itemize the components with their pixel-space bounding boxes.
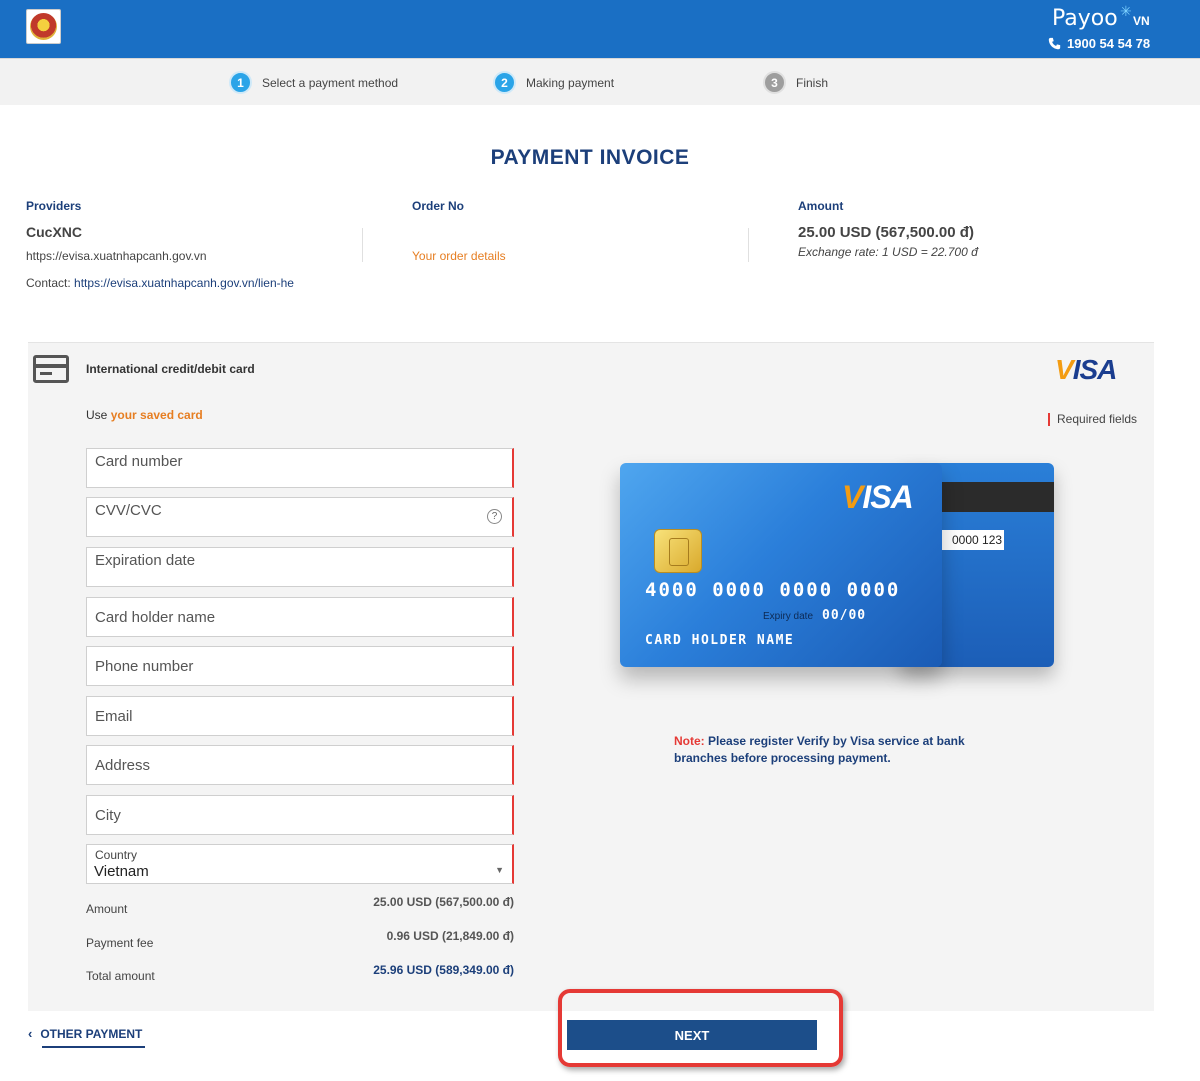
note-prefix: Note: (674, 734, 705, 748)
step-finish: 3 Finish (763, 71, 828, 94)
summary-total-label: Total amount (86, 969, 155, 983)
other-payment-underline (42, 1046, 145, 1048)
expiration-field[interactable] (86, 547, 514, 587)
contact-link[interactable]: https://evisa.xuatnhapcanh.gov.vn/lien-h… (74, 276, 294, 290)
contact-line: Contact: https://evisa.xuatnhapcanh.gov.… (26, 276, 294, 290)
country-value[interactable]: Vietnam (94, 863, 149, 880)
email-input[interactable] (87, 697, 512, 735)
country-select[interactable]: Country Vietnam ▼ (86, 844, 514, 884)
order-no-label: Order No (412, 199, 465, 213)
required-fields-legend: Required fields (1048, 413, 1137, 426)
payment-method-title: International credit/debit card (86, 362, 255, 376)
top-bar: Payoo ✳ VN 1900 54 54 78 (0, 0, 1200, 58)
saved-card-line: Use your saved card (86, 408, 203, 422)
language-switch[interactable]: VN (1133, 14, 1150, 28)
phone-field[interactable] (86, 646, 514, 686)
help-icon[interactable]: ? (487, 509, 502, 524)
cvv-field[interactable]: ? (86, 497, 514, 537)
progress-steps: 1 Select a payment method 2 Making payme… (0, 58, 1200, 105)
step-label: Finish (796, 75, 829, 90)
sample-card-number: 4000 0000 0000 0000 (645, 579, 901, 601)
summary-fee-label: Payment fee (86, 936, 154, 950)
exchange-rate: Exchange rate: 1 USD = 22.700 đ (798, 245, 978, 259)
chip-icon (654, 529, 702, 573)
summary-amount-label: Amount (86, 902, 128, 916)
step-number: 3 (763, 71, 786, 94)
hotline-number: 1900 54 54 78 (1067, 36, 1151, 51)
card-holder-field[interactable] (86, 597, 514, 637)
divider (362, 228, 363, 262)
visa-logo: VISA (1055, 354, 1117, 385)
provider-url: https://evisa.xuatnhapcanh.gov.vn (26, 249, 207, 263)
providers-label: Providers (26, 199, 82, 213)
phone-input[interactable] (87, 647, 512, 685)
amount-label: Amount (798, 199, 844, 213)
step-select-method: 1 Select a payment method (229, 71, 398, 94)
note-text: Please register Verify by Visa service a… (674, 734, 965, 765)
cvv-sample: 0000 123 (942, 530, 1004, 550)
saved-card-link[interactable]: your saved card (111, 408, 203, 422)
step-label: Making payment (526, 75, 615, 90)
card-front-illustration: VISA 4000 0000 0000 0000 Expiry date 00/… (620, 463, 942, 667)
summary-fee-value: 0.96 USD (21,849.00 đ) (386, 929, 514, 943)
chevron-left-icon: ‹ (28, 1026, 33, 1041)
summary-amount-value: 25.00 USD (567,500.00 đ) (373, 895, 514, 909)
card-number-input[interactable] (87, 450, 512, 472)
country-label: Country (95, 848, 138, 862)
page-title: PAYMENT INVOICE (490, 146, 690, 169)
summary-total-value: 25.96 USD (589,349.00 đ) (373, 963, 514, 977)
emblem-icon (30, 13, 57, 40)
card-number-field[interactable] (86, 448, 514, 488)
expiration-input[interactable] (87, 549, 512, 571)
visa-note: Note: Please register Verify by Visa ser… (674, 733, 994, 767)
phone-icon (1048, 37, 1061, 50)
address-field[interactable] (86, 745, 514, 785)
chevron-down-icon[interactable]: ▼ (495, 865, 504, 875)
other-payment-label: OTHER PAYMENT (40, 1026, 143, 1041)
order-details-link[interactable]: Your order details (412, 249, 506, 263)
step-number: 1 (229, 71, 252, 94)
card-holder-input[interactable] (87, 598, 512, 636)
divider (748, 228, 749, 262)
card-visa-logo: VISA (842, 479, 914, 515)
magnetic-stripe (942, 482, 1054, 512)
step-making-payment: 2 Making payment (493, 71, 614, 94)
step-label: Select a payment method (262, 75, 399, 90)
payoo-logo: Payoo ✳ (1052, 4, 1132, 31)
payoo-brand: Payoo (1052, 6, 1118, 31)
step-number: 2 (493, 71, 516, 94)
sample-expiry-label: Expiry date (763, 611, 814, 622)
sample-holder-name: CARD HOLDER NAME (645, 633, 795, 648)
city-input[interactable] (87, 796, 512, 834)
email-field[interactable] (86, 696, 514, 736)
amount-value: 25.00 USD (567,500.00 đ) (798, 224, 974, 241)
use-text: Use (86, 408, 108, 422)
contact-label: Contact: (26, 276, 71, 290)
sample-expiry-value: 00/00 (822, 608, 867, 623)
other-payment-link[interactable]: ‹ OTHER PAYMENT (28, 1026, 142, 1041)
address-input[interactable] (87, 746, 512, 784)
credit-card-icon (33, 355, 69, 383)
cvv-input[interactable] (87, 499, 512, 521)
sparkle-icon: ✳ (1120, 4, 1132, 20)
agency-logo[interactable] (26, 9, 61, 44)
provider-name: CucXNC (26, 224, 83, 240)
city-field[interactable] (86, 795, 514, 835)
next-button[interactable]: NEXT (567, 1020, 817, 1050)
hotline: 1900 54 54 78 (1048, 36, 1150, 51)
